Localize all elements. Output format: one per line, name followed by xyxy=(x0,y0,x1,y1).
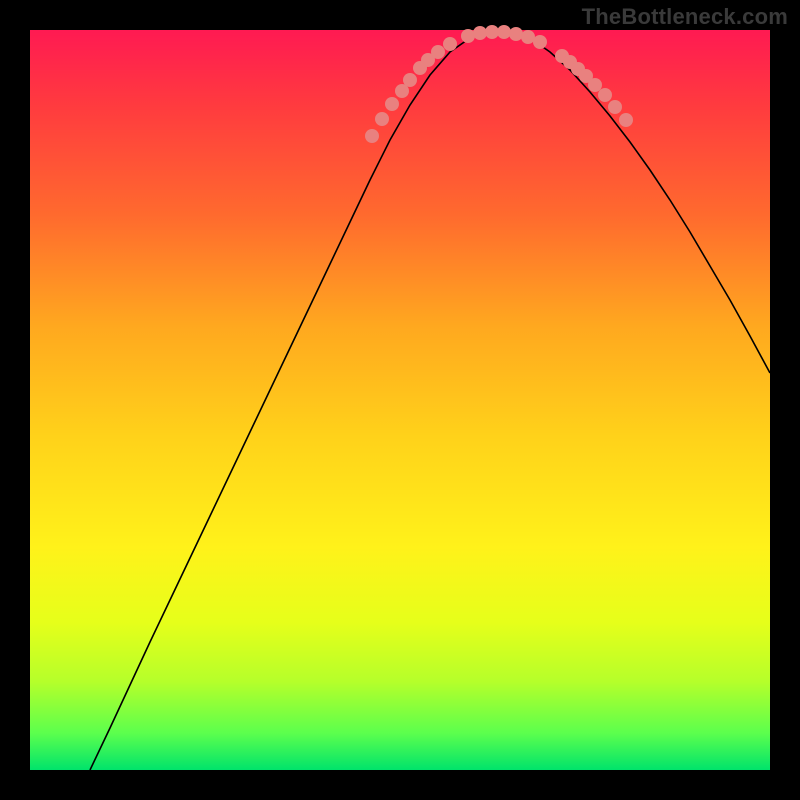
marker-dot xyxy=(533,35,547,49)
bottleneck-curve xyxy=(90,32,770,770)
marker-dot xyxy=(431,45,445,59)
marker-dot xyxy=(375,112,389,126)
curve-svg xyxy=(30,30,770,770)
watermark-text: TheBottleneck.com xyxy=(582,4,788,30)
marker-dot xyxy=(365,129,379,143)
marker-dot xyxy=(461,29,475,43)
marker-dot xyxy=(485,25,499,39)
chart-frame: TheBottleneck.com xyxy=(0,0,800,800)
marker-dot xyxy=(473,26,487,40)
plot-area xyxy=(30,30,770,770)
marker-dot xyxy=(385,97,399,111)
marker-dot xyxy=(598,88,612,102)
marker-dot xyxy=(509,27,523,41)
marker-dot xyxy=(619,113,633,127)
marker-dot xyxy=(521,30,535,44)
marker-dot xyxy=(608,100,622,114)
marker-dot xyxy=(588,78,602,92)
marker-dot xyxy=(497,25,511,39)
marker-dot xyxy=(403,73,417,87)
marker-dots xyxy=(365,25,633,143)
marker-dot xyxy=(443,37,457,51)
